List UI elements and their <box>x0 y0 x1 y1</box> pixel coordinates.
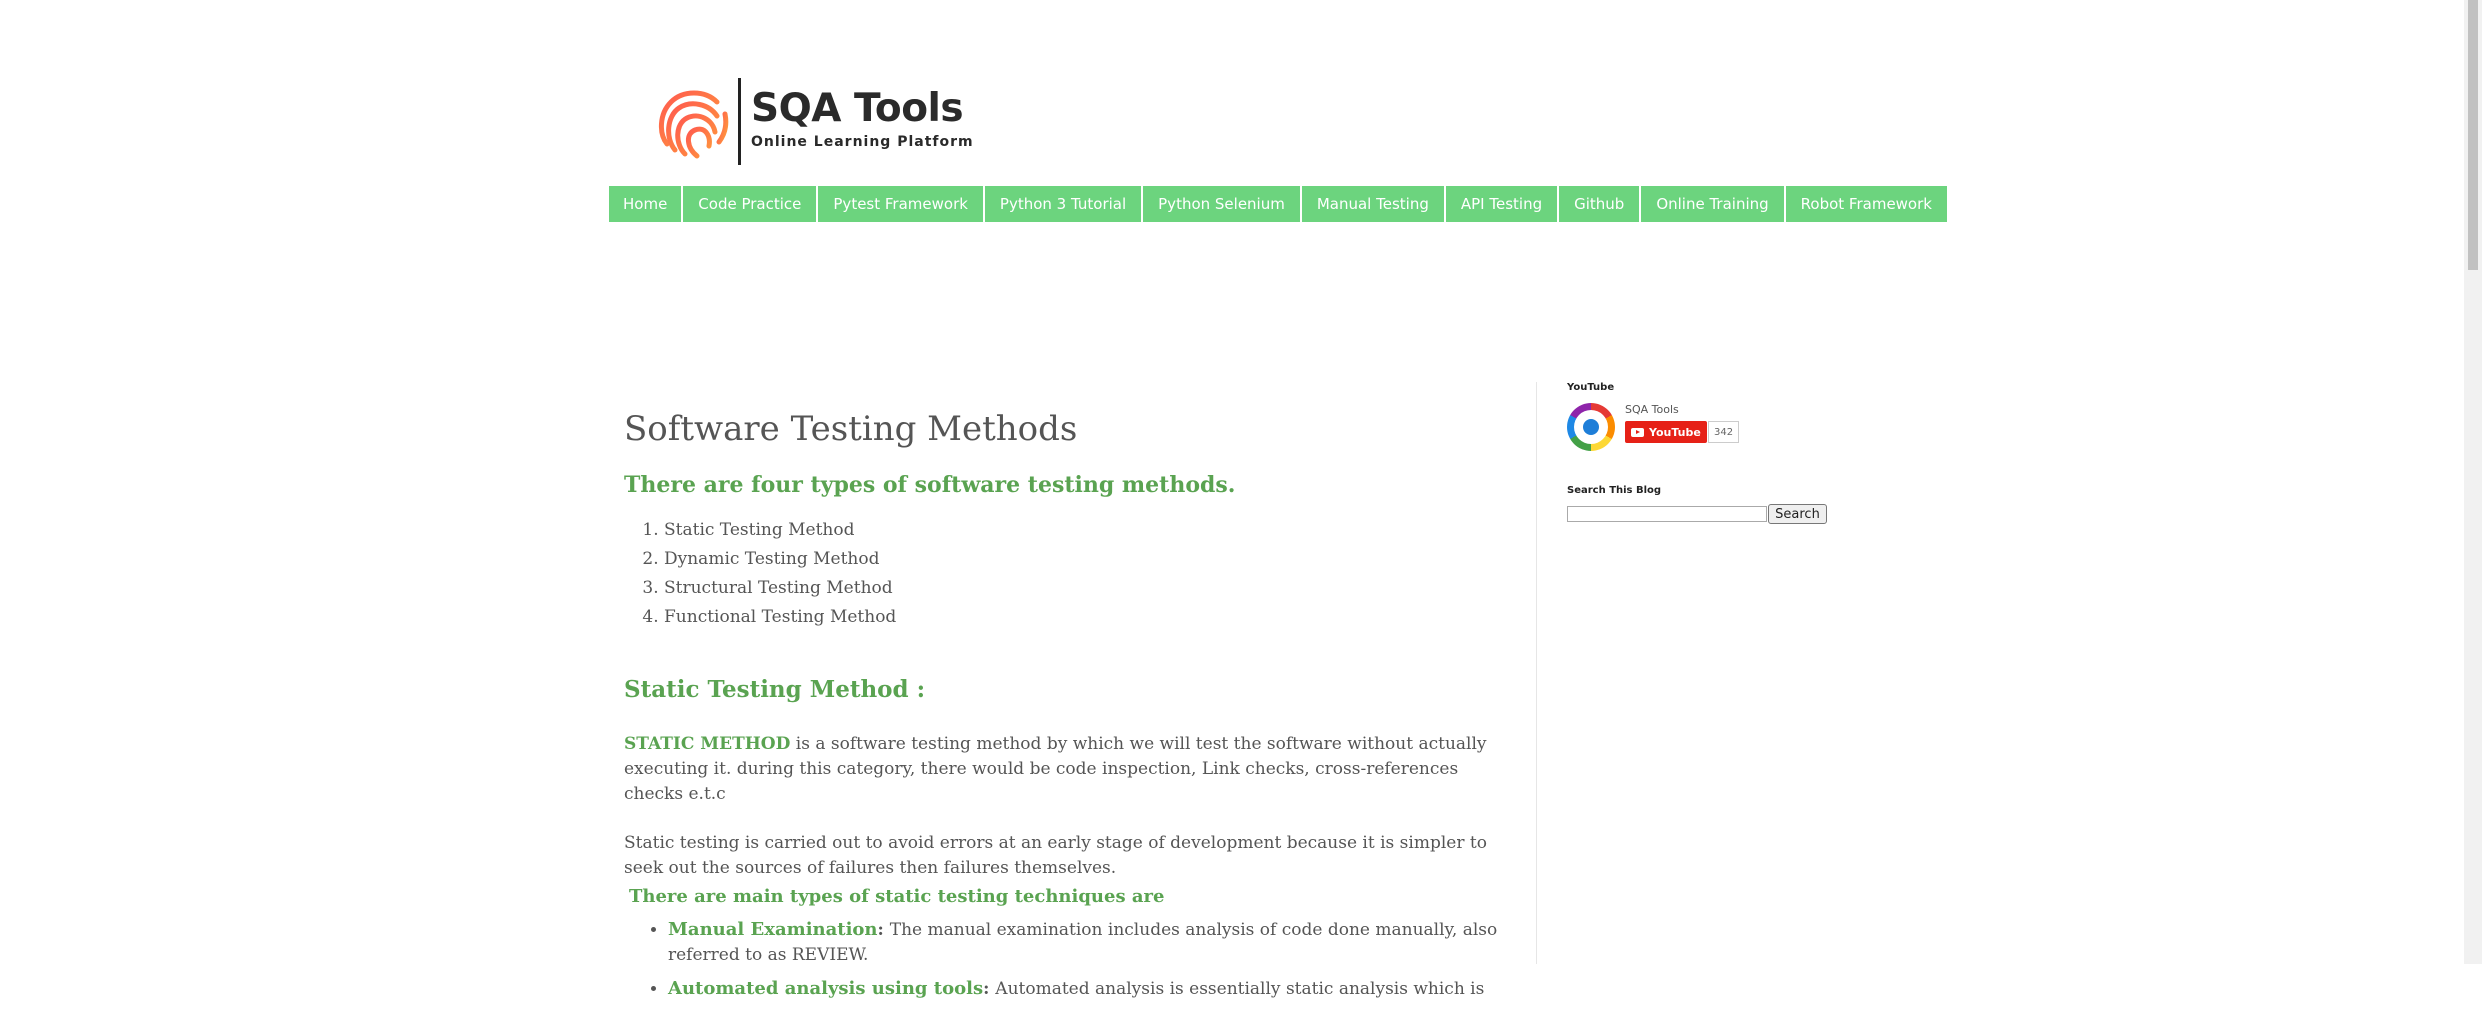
nav-item-github[interactable]: Github <box>1559 186 1642 222</box>
list-item: Dynamic Testing Method <box>664 545 1514 574</box>
subscriber-count: 342 <box>1708 421 1740 443</box>
channel-logo-icon <box>1583 419 1599 435</box>
section-heading: Static Testing Method : <box>624 676 926 703</box>
nav-item-home[interactable]: Home <box>609 186 684 222</box>
list-item: Structural Testing Method <box>664 574 1514 603</box>
youtube-subscribe-button[interactable]: YouTube <box>1625 421 1707 443</box>
column-divider <box>1536 382 1537 964</box>
technique-separator: : <box>877 920 890 940</box>
fingerprint-logo-icon[interactable] <box>655 84 731 162</box>
search-input[interactable] <box>1567 506 1767 522</box>
channel-name[interactable]: SQA Tools <box>1625 403 1679 416</box>
channel-avatar[interactable] <box>1567 403 1615 451</box>
technique-term: Automated analysis using tools <box>668 978 984 999</box>
youtube-widget: SQA Tools YouTube 342 <box>1567 401 1857 459</box>
search-widget: Search <box>1567 504 1857 524</box>
logo-divider <box>738 78 741 165</box>
technique-text: Automated analysis is essentially static… <box>995 979 1485 999</box>
nav-item-robot-framework[interactable]: Robot Framework <box>1785 186 1949 222</box>
static-method-lead: STATIC METHOD <box>624 734 791 754</box>
scrollbar-thumb[interactable] <box>2468 0 2478 270</box>
list-item: Automated analysis using tools: Automate… <box>668 976 1514 1002</box>
nav-item-api-testing[interactable]: API Testing <box>1445 186 1560 222</box>
static-testing-paragraph: Static testing is carried out to avoid e… <box>624 833 1487 878</box>
site-tagline: Online Learning Platform <box>751 134 974 150</box>
list-item: Functional Testing Method <box>664 603 1514 632</box>
nav-item-pytest-framework[interactable]: Pytest Framework <box>818 186 985 222</box>
technique-separator: : <box>983 979 996 999</box>
list-item: Manual Examination: The manual examinati… <box>668 917 1514 968</box>
youtube-button-label: YouTube <box>1649 425 1701 439</box>
technique-term: Manual Examination <box>668 919 878 940</box>
nav-item-python-3-tutorial[interactable]: Python 3 Tutorial <box>984 186 1144 222</box>
nav-item-manual-testing[interactable]: Manual Testing <box>1301 186 1446 222</box>
list-item: Static Testing Method <box>664 516 1514 545</box>
nav-item-python-selenium[interactable]: Python Selenium <box>1143 186 1302 222</box>
techniques-heading: There are main types of static testing t… <box>629 886 1165 907</box>
techniques-list: Manual Examination: The manual examinati… <box>624 917 1514 1002</box>
site-title[interactable]: SQA Tools <box>751 86 964 131</box>
intro-heading: There are four types of software testing… <box>624 472 1236 498</box>
youtube-widget-title: YouTube <box>1567 382 1615 393</box>
youtube-play-icon <box>1631 427 1644 437</box>
methods-list: Static Testing Method Dynamic Testing Me… <box>624 516 1514 632</box>
nav-item-online-training[interactable]: Online Training <box>1641 186 1786 222</box>
search-widget-title: Search This Blog <box>1567 485 1662 496</box>
search-button[interactable]: Search <box>1768 504 1827 524</box>
main-nav: Home Code Practice Pytest Framework Pyth… <box>609 186 1949 222</box>
nav-item-code-practice[interactable]: Code Practice <box>683 186 819 222</box>
page-scrollbar[interactable] <box>2464 0 2482 964</box>
static-method-paragraph: STATIC METHOD is a software testing meth… <box>624 732 1514 807</box>
post-title: Software Testing Methods <box>624 409 1078 449</box>
blog-post: Software Testing Methods There are four … <box>624 404 1514 1010</box>
sidebar: YouTube SQA Tools YouTube 342 Search Thi… <box>1567 382 1857 524</box>
